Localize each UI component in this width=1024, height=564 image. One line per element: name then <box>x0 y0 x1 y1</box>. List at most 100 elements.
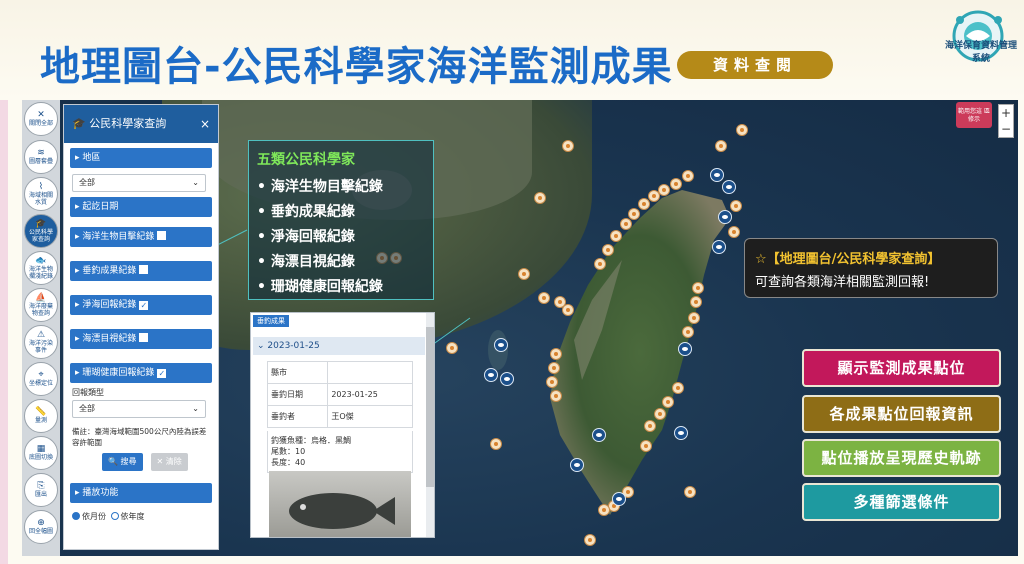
map-marker[interactable] <box>692 282 704 294</box>
map-marker[interactable] <box>682 170 694 182</box>
map-marker[interactable] <box>640 440 652 452</box>
map-marker[interactable] <box>644 420 656 432</box>
data-view-badge[interactable]: 資料查閱 <box>677 51 833 79</box>
checkbox[interactable] <box>139 333 149 342</box>
export-button[interactable]: ⎘ 匯出 <box>24 473 58 507</box>
map-icon: ▦ <box>36 444 46 454</box>
map-marker[interactable] <box>602 244 614 256</box>
table-row: 垂釣日期 2023-01-25 <box>266 383 413 406</box>
basemap-switch-button[interactable]: ▦ 底圖切換 <box>24 436 58 470</box>
map-marker[interactable] <box>684 486 696 498</box>
section-floating-debris[interactable]: ▸ 海漂目視紀錄 <box>70 329 212 349</box>
map-marker[interactable] <box>648 190 660 202</box>
map-marker[interactable] <box>688 312 700 324</box>
zoom-out-button[interactable]: − <box>999 121 1013 137</box>
radio-year[interactable] <box>110 512 119 520</box>
checkbox[interactable] <box>139 265 149 274</box>
section-coral-health[interactable]: ▸ 珊瑚健康回報紀錄 ✓ <box>70 363 212 383</box>
popup-tab[interactable]: 垂釣成果 <box>253 315 289 327</box>
map-notice-badge[interactable]: 範用您這 區修示 <box>956 102 992 128</box>
logo-text: 海洋保育資料管理系統 <box>945 41 1018 64</box>
zoom-in-button[interactable]: + <box>999 105 1013 121</box>
chevron-down-icon: ⌄ <box>192 404 199 413</box>
coral-marker[interactable] <box>710 168 724 182</box>
map-marker[interactable] <box>672 382 684 394</box>
checkbox[interactable] <box>157 231 167 240</box>
stranding-button[interactable]: 🐟 海洋生物 擱淺紀錄 <box>24 251 58 285</box>
citizen-scientist-button[interactable]: 🎓 公民科學 家查詢 <box>24 214 58 248</box>
checkbox-checked[interactable]: ✓ <box>139 301 149 310</box>
coral-marker[interactable] <box>678 342 692 356</box>
map-marker[interactable] <box>620 218 632 230</box>
map-marker[interactable] <box>534 192 546 204</box>
popup-date-row[interactable]: ⌄ 2023-01-25 <box>253 337 425 355</box>
map-marker[interactable] <box>550 390 562 402</box>
water-quality-button[interactable]: ⌇ 海域相關 水質 <box>24 177 58 211</box>
coral-marker[interactable] <box>718 210 732 224</box>
map-marker[interactable] <box>610 230 622 242</box>
section-beach-cleanup[interactable]: ▸ 淨海回報紀錄 ✓ <box>70 295 212 315</box>
warning-icon: ⚠ <box>36 329 46 340</box>
page-title: 地理圖台-公民科學家海洋監測成果 <box>40 44 673 90</box>
coral-marker[interactable] <box>674 426 688 440</box>
map-marker[interactable] <box>584 534 596 546</box>
close-all-button[interactable]: ✕ 關閉全部 <box>24 102 58 136</box>
map-marker[interactable] <box>670 178 682 190</box>
measure-button[interactable]: 📏 量測 <box>24 399 58 433</box>
map-marker[interactable] <box>628 208 640 220</box>
coral-marker[interactable] <box>570 458 584 472</box>
map-marker[interactable] <box>562 140 574 152</box>
coral-marker[interactable] <box>722 180 736 194</box>
coral-marker[interactable] <box>500 372 514 386</box>
map-marker[interactable] <box>550 348 562 360</box>
map-marker[interactable] <box>638 198 650 210</box>
search-button[interactable]: 🔍 搜尋 <box>102 453 143 471</box>
close-panel-button[interactable]: × <box>200 105 210 143</box>
coral-marker[interactable] <box>612 492 626 506</box>
map-marker[interactable] <box>546 376 558 388</box>
map-marker[interactable] <box>518 268 530 280</box>
map-marker[interactable] <box>662 396 674 408</box>
map-marker[interactable] <box>490 438 502 450</box>
map-marker[interactable] <box>690 296 702 308</box>
report-type-select[interactable]: 全部 ⌄ <box>72 400 206 418</box>
map-marker[interactable] <box>715 140 727 152</box>
map-marker[interactable] <box>562 304 574 316</box>
map-marker[interactable] <box>594 258 606 270</box>
map-marker[interactable] <box>736 124 748 136</box>
map-marker[interactable] <box>654 408 666 420</box>
marine-debris-button[interactable]: ⛵ 海洋廢棄 物查詢 <box>24 288 58 322</box>
region-section[interactable]: ▸ 地區 <box>70 148 212 168</box>
water-icon: ⌇ <box>38 181 44 192</box>
map-marker[interactable] <box>730 200 742 212</box>
region-select[interactable]: 全部 ⌄ <box>72 174 206 192</box>
map-marker[interactable] <box>728 226 740 238</box>
section-marine-sighting[interactable]: ▸ 海洋生物目擊紀錄 <box>70 227 212 247</box>
globe-icon: ⊕ <box>37 518 45 528</box>
map-marker[interactable] <box>446 342 458 354</box>
coral-marker[interactable] <box>712 240 726 254</box>
coral-marker[interactable] <box>494 338 508 352</box>
radio-month[interactable] <box>72 512 80 520</box>
popup-scrollbar[interactable] <box>426 313 434 537</box>
chevron-down-icon: ⌄ <box>192 178 199 187</box>
checkbox-checked[interactable]: ✓ <box>157 369 167 378</box>
fish-photo <box>269 471 411 537</box>
full-extent-button[interactable]: ⊕ 回全幅圖 <box>24 510 58 544</box>
map-marker[interactable] <box>548 362 560 374</box>
play-section[interactable]: ▸ 播放功能 <box>70 483 212 503</box>
coral-marker[interactable] <box>484 368 498 382</box>
map-marker[interactable] <box>682 326 694 338</box>
coordinate-locate-button[interactable]: ⌖ 坐標定位 <box>24 362 58 396</box>
date-section[interactable]: ▸ 起訖日期 <box>70 197 212 217</box>
map-marker[interactable] <box>598 504 610 516</box>
page-header: 地理圖台-公民科學家海洋監測成果 資料查閱 海洋保育資料管理系統 <box>0 0 1024 100</box>
clear-button[interactable]: ✕ 清除 <box>150 453 188 471</box>
layer-overlay-button[interactable]: ≋ 圖層套疊 <box>24 140 58 174</box>
coral-marker[interactable] <box>592 428 606 442</box>
map-marker[interactable] <box>538 292 550 304</box>
pollution-event-button[interactable]: ⚠ 海洋污染 事件 <box>24 325 58 359</box>
popup-table: 縣市 垂釣日期 2023-01-25 垂釣者 王O傑 <box>266 361 413 428</box>
section-fishing[interactable]: ▸ 垂釣成果紀錄 <box>70 261 212 281</box>
map-toolbar: ✕ 關閉全部 ≋ 圖層套疊 ⌇ 海域相關 水質 🎓 公民科學 家查詢 🐟 海洋生… <box>22 100 60 556</box>
